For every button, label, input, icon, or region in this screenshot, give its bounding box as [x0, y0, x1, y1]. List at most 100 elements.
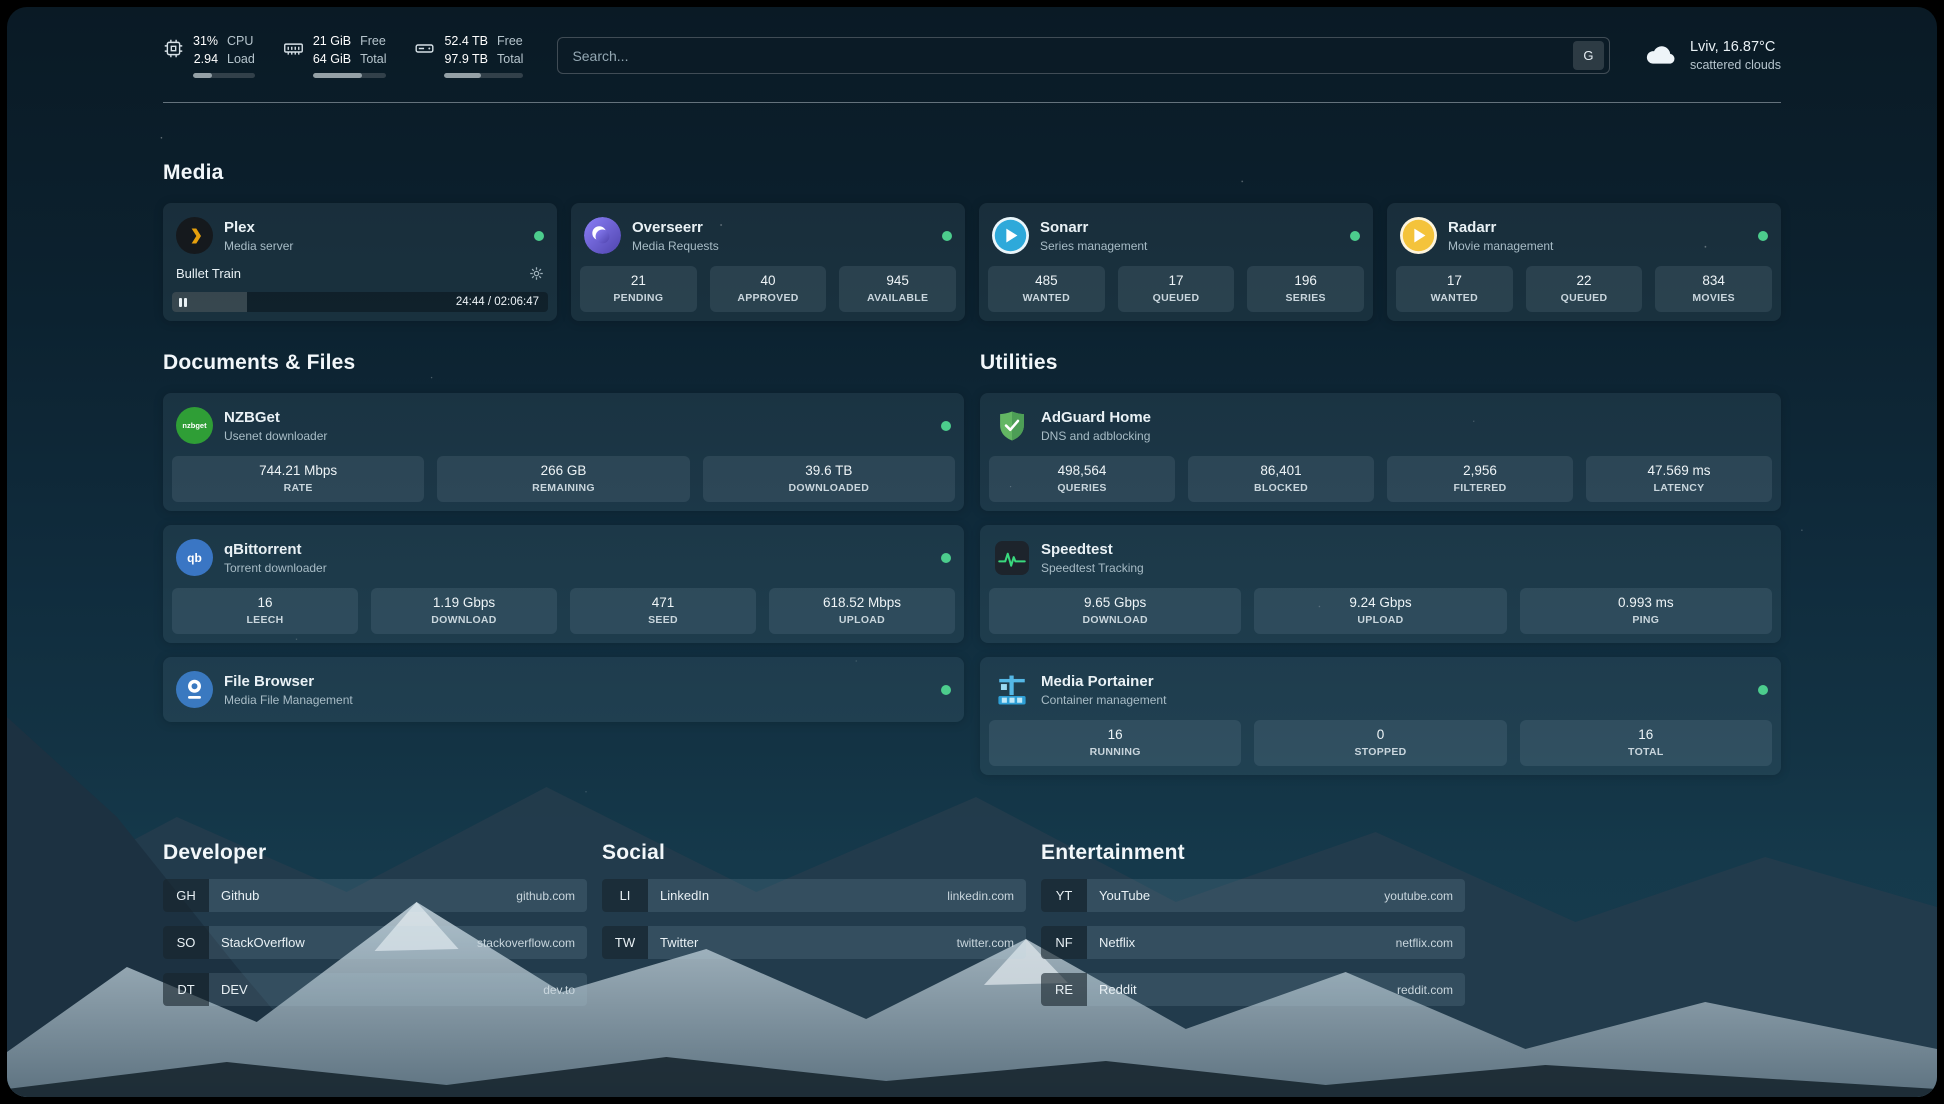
- cpu-usage-bar-fill: [193, 73, 212, 78]
- stat-movies: 834 MOVIES: [1655, 266, 1772, 312]
- stat-label: TOTAL: [1524, 746, 1768, 758]
- pause-icon[interactable]: [179, 298, 187, 307]
- bookmark-name: Twitter: [660, 935, 698, 950]
- nzbget-card-header: nzbget NZBGet Usenet downloader: [172, 402, 955, 456]
- portainer-card[interactable]: Media Portainer Container management 16 …: [980, 657, 1781, 775]
- service-name: Overseerr: [632, 219, 719, 236]
- memory-free-label: Free: [360, 33, 386, 51]
- playback-time: 24:44 / 02:06:47: [456, 296, 548, 308]
- bookmark-abbr: DT: [163, 973, 209, 1006]
- service-name: Speedtest: [1041, 541, 1144, 558]
- stat-upload: 9.24 Gbps UPLOAD: [1254, 588, 1506, 634]
- stat-value: 834: [1659, 273, 1768, 288]
- stat-downloaded: 39.6 TB DOWNLOADED: [703, 456, 955, 502]
- nzbget-stats: 744.21 Mbps RATE 266 GB REMAINING 39.6 T…: [172, 456, 955, 502]
- stat-value: 17: [1400, 273, 1509, 288]
- system-metrics: 31% 2.94 CPU Load: [163, 33, 523, 78]
- stat-rate: 744.21 Mbps RATE: [172, 456, 424, 502]
- filebrowser-card[interactable]: File Browser Media File Management: [163, 657, 964, 722]
- nzbget-card[interactable]: nzbget NZBGet Usenet downloader 744.21 M…: [163, 393, 964, 511]
- stat-label: PENDING: [584, 292, 693, 304]
- disk-usage-bar-fill: [444, 73, 480, 78]
- disk-metric-body: 52.4 TB 97.9 TB Free Total: [444, 33, 523, 78]
- cpu-load-label: Load: [227, 51, 255, 69]
- lower-sections: Documents & Files nzbget NZBGet Usenet d…: [163, 351, 1781, 775]
- qbittorrent-card[interactable]: qb qBittorrent Torrent downloader 16: [163, 525, 964, 643]
- nzbget-icon-text: nzbget: [182, 421, 206, 430]
- sonarr-card[interactable]: Sonarr Series management 485 WANTED 17 Q…: [979, 203, 1373, 321]
- stat-value: 266 GB: [441, 463, 685, 478]
- radarr-icon: [1400, 217, 1437, 254]
- bookmark-name: StackOverflow: [221, 935, 305, 950]
- service-description: Speedtest Tracking: [1041, 561, 1144, 575]
- stat-value: 16: [176, 595, 354, 610]
- gear-icon[interactable]: [529, 266, 544, 281]
- bookmark-linkedin[interactable]: LI LinkedIn linkedin.com: [602, 879, 1026, 912]
- filebrowser-card-header: File Browser Media File Management: [172, 666, 955, 713]
- filebrowser-icon: [176, 671, 213, 708]
- bookmark-abbr: TW: [602, 926, 648, 959]
- bookmark-name: Reddit: [1099, 982, 1137, 997]
- service-name: AdGuard Home: [1041, 409, 1151, 426]
- stat-label: LEECH: [176, 614, 354, 626]
- bookmark-group-title: Social: [602, 841, 1026, 865]
- plex-card-header: Plex Media server: [172, 212, 548, 266]
- search-provider-button[interactable]: G: [1573, 41, 1604, 70]
- radarr-stats: 17 WANTED 22 QUEUED 834 MOVIES: [1396, 266, 1772, 312]
- stat-label: MOVIES: [1659, 292, 1768, 304]
- memory-metric-body: 21 GiB 64 GiB Free Total: [313, 33, 387, 78]
- bookmark-name: YouTube: [1099, 888, 1150, 903]
- header-divider: [163, 102, 1781, 103]
- status-dot: [1350, 231, 1360, 241]
- memory-total-label: Total: [360, 51, 386, 69]
- bookmark-twitter[interactable]: TW Twitter twitter.com: [602, 926, 1026, 959]
- radarr-card[interactable]: Radarr Movie management 17 WANTED 22 QUE…: [1387, 203, 1781, 321]
- memory-total-value: 64 GiB: [313, 51, 351, 69]
- sonarr-stats: 485 WANTED 17 QUEUED 196 SERIES: [988, 266, 1364, 312]
- documents-section: Documents & Files nzbget NZBGet Usenet d…: [163, 351, 964, 722]
- utilities-cards: AdGuard Home DNS and adblocking 498,564 …: [980, 393, 1781, 775]
- disk-total-value: 97.9 TB: [444, 51, 488, 69]
- bookmark-netflix[interactable]: NF Netflix netflix.com: [1041, 926, 1465, 959]
- bookmark-github[interactable]: GH Github github.com: [163, 879, 587, 912]
- section-title-utilities: Utilities: [980, 351, 1781, 375]
- bookmark-stackoverflow[interactable]: SO StackOverflow stackoverflow.com: [163, 926, 587, 959]
- speedtest-card[interactable]: Speedtest Speedtest Tracking 9.65 Gbps D…: [980, 525, 1781, 643]
- stat-value: 39.6 TB: [707, 463, 951, 478]
- stat-value: 16: [1524, 727, 1768, 742]
- bookmark-dev[interactable]: DT DEV dev.to: [163, 973, 587, 1006]
- service-description: DNS and adblocking: [1041, 429, 1151, 443]
- stat-value: 1.19 Gbps: [375, 595, 553, 610]
- stat-value: 22: [1530, 273, 1639, 288]
- dashboard-content: 31% 2.94 CPU Load: [7, 7, 1937, 1006]
- memory-metric: 21 GiB 64 GiB Free Total: [283, 33, 387, 78]
- bookmark-reddit[interactable]: RE Reddit reddit.com: [1041, 973, 1465, 1006]
- utilities-section: Utilities AdGu: [980, 351, 1781, 775]
- portainer-card-header: Media Portainer Container management: [989, 666, 1772, 720]
- adguard-card[interactable]: AdGuard Home DNS and adblocking 498,564 …: [980, 393, 1781, 511]
- stat-label: APPROVED: [714, 292, 823, 304]
- cpu-load-value: 2.94: [194, 51, 218, 69]
- weather-text: Lviv, 16.87°C scattered clouds: [1690, 39, 1781, 72]
- stat-label: PING: [1524, 614, 1768, 626]
- qbittorrent-titles: qBittorrent Torrent downloader: [224, 541, 327, 575]
- search-input[interactable]: [572, 48, 1573, 64]
- bookmark-url: dev.to: [543, 983, 575, 997]
- service-name: Radarr: [1448, 219, 1553, 236]
- stat-series: 196 SERIES: [1247, 266, 1364, 312]
- bookmark-youtube[interactable]: YT YouTube youtube.com: [1041, 879, 1465, 912]
- portainer-stats: 16 RUNNING 0 STOPPED 16 TOTAL: [989, 720, 1772, 766]
- stat-value: 17: [1122, 273, 1231, 288]
- playback-progress-bar[interactable]: 24:44 / 02:06:47: [172, 292, 548, 312]
- stat-value: 21: [584, 273, 693, 288]
- bookmarks-row: Developer GH Github github.com SO StackO…: [163, 841, 1781, 1006]
- plex-card[interactable]: Plex Media server Bullet Train: [163, 203, 557, 321]
- disk-free-label: Free: [497, 33, 523, 51]
- documents-cards: nzbget NZBGet Usenet downloader 744.21 M…: [163, 393, 964, 722]
- overseerr-card[interactable]: Overseerr Media Requests 21 PENDING 40 A…: [571, 203, 965, 321]
- stat-leech: 16 LEECH: [172, 588, 358, 634]
- overseerr-titles: Overseerr Media Requests: [632, 219, 719, 253]
- stat-label: STOPPED: [1258, 746, 1502, 758]
- stat-label: REMAINING: [441, 482, 685, 494]
- stat-available: 945 AVAILABLE: [839, 266, 956, 312]
